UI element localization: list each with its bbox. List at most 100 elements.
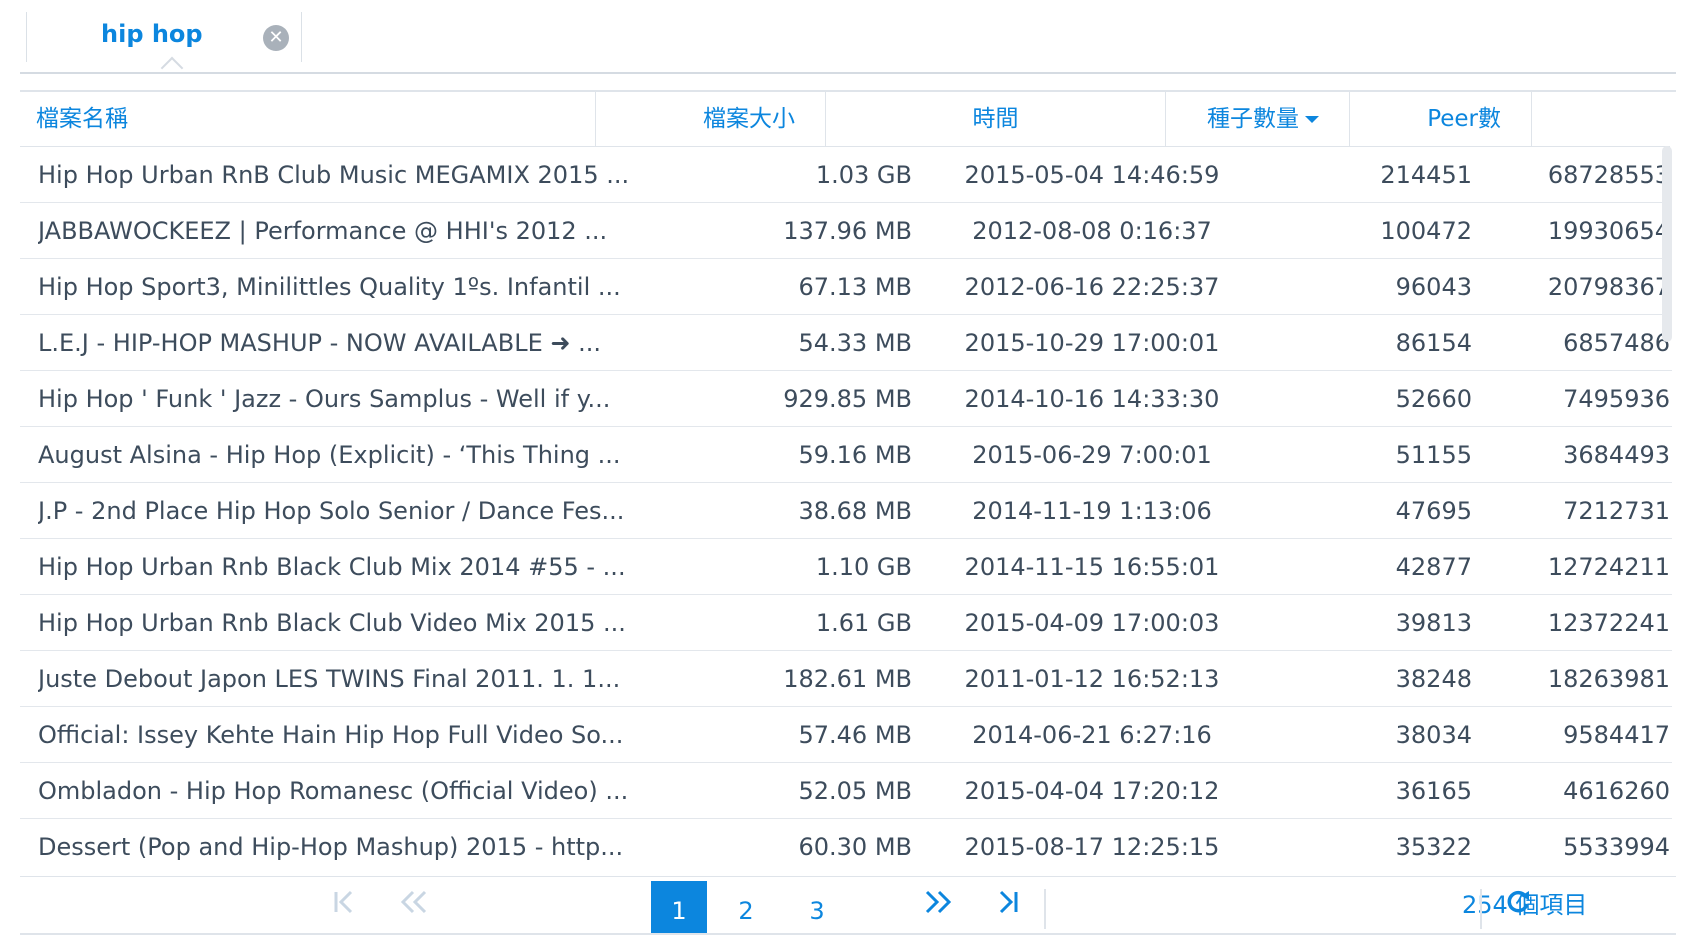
table-row[interactable]: August Alsina - Hip Hop (Explicit) - ‘Th… bbox=[20, 427, 1672, 483]
cell-peers: 9584417 bbox=[1563, 721, 1670, 749]
cell-size: 59.16 MB bbox=[798, 441, 912, 469]
cell-size: 1.61 GB bbox=[815, 609, 912, 637]
tab-bar: hip hop ✕ bbox=[20, 0, 1676, 80]
cell-peers: 7495936 bbox=[1563, 385, 1670, 413]
table-row[interactable]: L.E.J - HIP-HOP MASHUP - NOW AVAILABLE ➜… bbox=[20, 315, 1672, 371]
tab-label[interactable]: hip hop bbox=[101, 20, 203, 48]
table-row[interactable]: Hip Hop ' Funk ' Jazz - Ours Samplus - W… bbox=[20, 371, 1672, 427]
cell-name: Official: Issey Kehte Hain Hip Hop Full … bbox=[38, 721, 624, 749]
cell-seeds: 38034 bbox=[1395, 721, 1472, 749]
cell-name: JABBAWOCKEEZ | Performance @ HHI's 2012 … bbox=[38, 217, 608, 245]
cell-size: 57.46 MB bbox=[798, 721, 912, 749]
pager-divider bbox=[1044, 889, 1046, 929]
cell-time: 2014-11-19 1:13:06 bbox=[972, 497, 1212, 525]
table-row[interactable]: J.P - 2nd Place Hip Hop Solo Senior / Da… bbox=[20, 483, 1672, 539]
column-header-seeds[interactable]: 種子數量 bbox=[1166, 92, 1350, 146]
cell-time: 2015-04-09 17:00:03 bbox=[964, 609, 1220, 637]
cell-seeds: 39813 bbox=[1395, 609, 1472, 637]
page-button-2[interactable]: 2 bbox=[718, 881, 774, 933]
cell-seeds: 38248 bbox=[1395, 665, 1472, 693]
cell-seeds: 42877 bbox=[1395, 553, 1472, 581]
cell-seeds: 47695 bbox=[1395, 497, 1472, 525]
cell-seeds: 36165 bbox=[1395, 777, 1472, 805]
cell-time: 2015-06-29 7:00:01 bbox=[972, 441, 1212, 469]
cell-size: 929.85 MB bbox=[783, 385, 912, 413]
cell-seeds: 96043 bbox=[1395, 273, 1472, 301]
tab-divider bbox=[20, 72, 1676, 74]
cell-name: Hip Hop Urban Rnb Black Club Mix 2014 #5… bbox=[38, 553, 626, 581]
cell-time: 2014-11-15 16:55:01 bbox=[964, 553, 1220, 581]
page-button-1[interactable]: 1 bbox=[651, 881, 707, 933]
cell-peers: 19930654 bbox=[1547, 217, 1670, 245]
cell-time: 2014-10-16 14:33:30 bbox=[964, 385, 1220, 413]
pagination-bar: 1 2 3 254 個項目 bbox=[20, 876, 1676, 935]
column-header-size[interactable]: 檔案大小 bbox=[596, 92, 826, 146]
column-seeds-label: 種子數量 bbox=[1207, 106, 1299, 132]
cell-seeds: 51155 bbox=[1395, 441, 1472, 469]
column-header-time[interactable]: 時間 bbox=[826, 92, 1166, 146]
previous-page-icon[interactable] bbox=[386, 881, 442, 933]
next-page-icon[interactable] bbox=[910, 881, 966, 933]
cell-size: 182.61 MB bbox=[783, 665, 912, 693]
table-row[interactable]: Hip Hop Sport3, Minilittles Quality 1ºs.… bbox=[20, 259, 1672, 315]
cell-seeds: 52660 bbox=[1395, 385, 1472, 413]
table-row[interactable]: Hip Hop Urban RnB Club Music MEGAMIX 201… bbox=[20, 147, 1672, 203]
cell-peers: 4616260 bbox=[1563, 777, 1670, 805]
cell-name: J.P - 2nd Place Hip Hop Solo Senior / Da… bbox=[38, 497, 625, 525]
cell-time: 2015-10-29 17:00:01 bbox=[964, 329, 1220, 357]
cell-seeds: 100472 bbox=[1380, 217, 1472, 245]
cell-time: 2011-01-12 16:52:13 bbox=[964, 665, 1220, 693]
cell-name: L.E.J - HIP-HOP MASHUP - NOW AVAILABLE ➜… bbox=[38, 329, 601, 357]
cell-name: Hip Hop Urban RnB Club Music MEGAMIX 201… bbox=[38, 161, 630, 189]
cell-time: 2015-04-04 17:20:12 bbox=[964, 777, 1220, 805]
column-header-name[interactable]: 檔案名稱 bbox=[20, 92, 596, 146]
cell-peers: 12372241 bbox=[1547, 609, 1670, 637]
refresh-icon[interactable] bbox=[1490, 881, 1546, 933]
cell-peers: 20798367 bbox=[1547, 273, 1670, 301]
table-row[interactable]: JABBAWOCKEEZ | Performance @ HHI's 2012 … bbox=[20, 203, 1672, 259]
cell-name: Hip Hop ' Funk ' Jazz - Ours Samplus - W… bbox=[38, 385, 611, 413]
column-time-label: 時間 bbox=[972, 106, 1019, 132]
cell-name: Hip Hop Urban Rnb Black Club Video Mix 2… bbox=[38, 609, 626, 637]
cell-size: 38.68 MB bbox=[798, 497, 912, 525]
cell-size: 52.05 MB bbox=[798, 777, 912, 805]
table-row[interactable]: Ombladon - Hip Hop Romanesc (Official Vi… bbox=[20, 763, 1672, 819]
cell-peers: 3684493 bbox=[1563, 441, 1670, 469]
table-row[interactable]: Hip Hop Urban Rnb Black Club Video Mix 2… bbox=[20, 595, 1672, 651]
cell-seeds: 35322 bbox=[1395, 833, 1472, 861]
cell-name: Dessert (Pop and Hip-Hop Mashup) 2015 - … bbox=[38, 833, 624, 861]
table-row[interactable]: Official: Issey Kehte Hain Hip Hop Full … bbox=[20, 707, 1672, 763]
cell-size: 54.33 MB bbox=[798, 329, 912, 357]
table-row[interactable]: Dessert (Pop and Hip-Hop Mashup) 2015 - … bbox=[20, 819, 1672, 874]
last-page-icon[interactable] bbox=[980, 881, 1036, 933]
table-row[interactable]: Hip Hop Urban Rnb Black Club Mix 2014 #5… bbox=[20, 539, 1672, 595]
cell-time: 2015-05-04 14:46:59 bbox=[964, 161, 1220, 189]
search-tab[interactable]: hip hop ✕ bbox=[26, 12, 302, 62]
cell-time: 2012-08-08 0:16:37 bbox=[972, 217, 1212, 245]
first-page-icon[interactable] bbox=[316, 881, 372, 933]
close-icon[interactable]: ✕ bbox=[263, 25, 289, 51]
column-header-peers[interactable]: Peer數 bbox=[1350, 92, 1532, 146]
cell-seeds: 214451 bbox=[1380, 161, 1472, 189]
cell-size: 60.30 MB bbox=[798, 833, 912, 861]
cell-time: 2015-08-17 12:25:15 bbox=[964, 833, 1220, 861]
vertical-scrollbar[interactable] bbox=[1662, 146, 1672, 342]
grid-header: 檔案名稱 檔案大小 時間 種子數量 Peer數 bbox=[20, 92, 1670, 147]
column-size-label: 檔案大小 bbox=[703, 106, 795, 132]
cell-name: Juste Debout Japon LES TWINS Final 2011.… bbox=[38, 665, 621, 693]
cell-time: 2012-06-16 22:25:37 bbox=[964, 273, 1220, 301]
column-name-label: 檔案名稱 bbox=[36, 106, 128, 132]
cell-time: 2014-06-21 6:27:16 bbox=[972, 721, 1212, 749]
cell-name: Ombladon - Hip Hop Romanesc (Official Vi… bbox=[38, 777, 629, 805]
cell-size: 137.96 MB bbox=[783, 217, 912, 245]
cell-size: 1.10 GB bbox=[815, 553, 912, 581]
cell-name: August Alsina - Hip Hop (Explicit) - ‘Th… bbox=[38, 441, 621, 469]
cell-peers: 5533994 bbox=[1563, 833, 1670, 861]
column-peers-label: Peer數 bbox=[1427, 106, 1501, 132]
table-row[interactable]: Juste Debout Japon LES TWINS Final 2011.… bbox=[20, 651, 1672, 707]
cell-peers: 12724211 bbox=[1547, 553, 1670, 581]
cell-name: Hip Hop Sport3, Minilittles Quality 1ºs.… bbox=[38, 273, 621, 301]
cell-seeds: 86154 bbox=[1395, 329, 1472, 357]
page-button-3[interactable]: 3 bbox=[789, 881, 845, 933]
cell-size: 1.03 GB bbox=[815, 161, 912, 189]
